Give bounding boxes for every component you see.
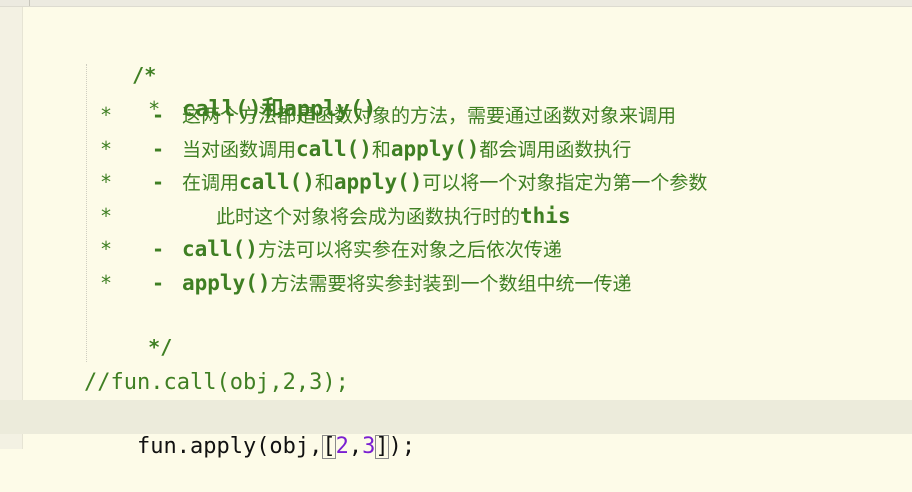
comment-code-token: this	[520, 203, 571, 228]
line-comment: //fun.call(obj,2,3);	[84, 370, 349, 395]
comment-star: *	[100, 103, 113, 127]
comment-title-line: * call()和apply()	[100, 64, 376, 122]
comment-item-line: * - 这两个方法都是函数对象的方法，需要通过函数对象来调用	[100, 100, 676, 130]
comment-item-line: * - 当对函数调用call()和apply()都会调用函数执行	[100, 134, 631, 164]
comment-text: 这两个方法都是函数对象的方法，需要通过函数对象来调用	[182, 105, 677, 127]
comment-item-line: * - 在调用call()和apply()可以将一个对象指定为第一个参数	[100, 167, 707, 197]
code-suffix: );	[388, 434, 416, 459]
code-prefix: fun.apply(obj,	[136, 434, 323, 459]
comment-item-line: * - apply()方法需要将实参封装到一个数组中统一传递	[100, 268, 632, 298]
comment-code-token: call()	[296, 136, 372, 161]
comment-bullet-dash: -	[152, 237, 165, 261]
comment-code-token: apply()	[182, 270, 271, 295]
comment-text: 方法可以将实参在对象之后依次传递	[257, 239, 562, 261]
comment-bullet-dash: -	[152, 103, 165, 127]
comment-star: *	[100, 136, 113, 161]
bracket-close: ]	[375, 434, 389, 459]
comment-star: *	[100, 237, 113, 261]
comment-code-token: call()	[182, 237, 258, 261]
ruler-mark	[29, 0, 30, 6]
number-literal-2: 2	[335, 434, 349, 459]
comment-close-line: */	[100, 302, 172, 359]
comment-item-line: * - call()方法可以将实参在对象之后依次传递	[100, 234, 562, 264]
comment-star: *	[100, 270, 113, 295]
comment-text: 当对函数调用	[182, 138, 297, 161]
comment-open-line: /*	[84, 30, 156, 87]
comment-text: 此时这个对象将会成为函数执行时的	[216, 205, 521, 228]
editor-top-bar	[0, 0, 912, 7]
comment-code-token: apply()	[390, 136, 480, 161]
comment-text: 方法需要将实参封装到一个数组中统一传递	[270, 272, 632, 295]
code-line-apply: fun.apply(obj,[2,3]);	[84, 402, 415, 459]
number-literal-3: 3	[362, 434, 376, 459]
editor-gutter	[0, 7, 23, 449]
comment-text: 可以将一个对象指定为第一个参数	[422, 172, 708, 194]
comment-item-line: * 此时这个对象将会成为函数执行时的this	[100, 201, 571, 231]
code-comma: ,	[348, 434, 363, 459]
comment-code-token: call()	[239, 170, 315, 194]
comment-text: 和	[314, 172, 334, 194]
comment-text: 都会调用函数执行	[479, 138, 632, 161]
comment-close: */	[148, 335, 173, 359]
bracket-open: [	[322, 434, 336, 459]
comment-bullet-dash: -	[152, 136, 165, 161]
comment-text: 在调用	[182, 172, 240, 194]
comment-bullet-dash: -	[152, 270, 165, 295]
comment-text: 和	[371, 138, 391, 161]
comment-bullet-dash: -	[152, 170, 165, 194]
comment-code-token: apply()	[333, 170, 423, 194]
comment-star: *	[100, 203, 113, 228]
comment-star: *	[100, 170, 113, 194]
